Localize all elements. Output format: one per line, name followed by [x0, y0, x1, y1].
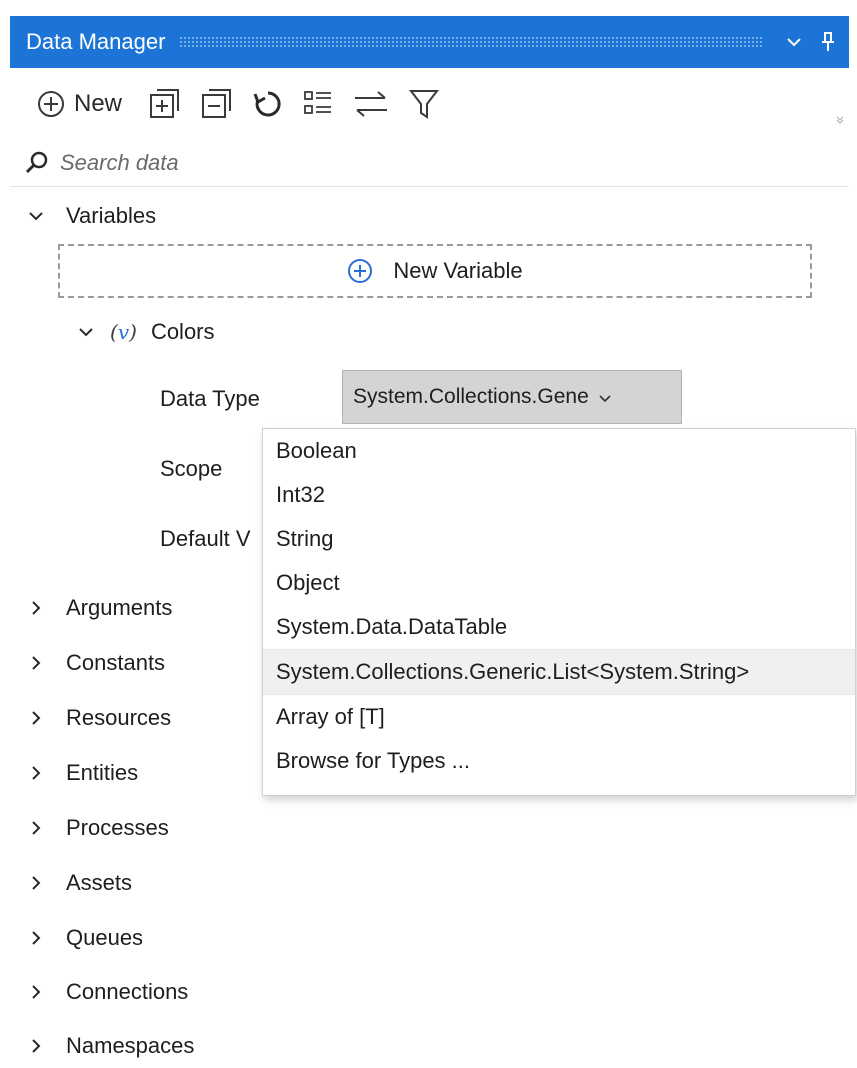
chevron-right-icon[interactable]: [26, 873, 46, 893]
section-label: Connections: [66, 979, 189, 1004]
plus-circle-icon: [348, 259, 373, 283]
list-view-button[interactable]: [302, 82, 334, 126]
data-type-dropdown-list: Boolean Int32 String Object System.Data.…: [262, 428, 856, 796]
chevron-right-icon[interactable]: [26, 598, 46, 618]
variable-name: Colors: [150, 319, 215, 344]
type-option-object[interactable]: Object: [263, 561, 855, 605]
variable-icon: (v): [110, 320, 137, 344]
expand-all-icon: [150, 89, 180, 118]
type-option-datatable[interactable]: System.Data.DataTable: [263, 605, 855, 649]
chevron-right-icon[interactable]: [26, 928, 46, 948]
variables-label: Variables: [66, 203, 157, 228]
section-label: Namespaces: [66, 1033, 195, 1058]
plus-circle-icon: [38, 91, 64, 117]
section-label: Constants: [66, 650, 166, 675]
search-icon: [25, 151, 48, 174]
toolbar: New: [10, 68, 849, 140]
section-label: Resources: [66, 705, 172, 730]
tree-node-variables[interactable]: Variables: [26, 194, 156, 238]
section-label: Queues: [66, 925, 144, 950]
filter-button[interactable]: [408, 82, 440, 126]
drag-grip[interactable]: [179, 36, 763, 48]
collapse-all-icon: [202, 89, 232, 118]
chevron-right-icon[interactable]: [26, 653, 46, 673]
tree-node-arguments[interactable]: Arguments: [26, 586, 172, 630]
search-input[interactable]: [58, 149, 662, 177]
tree-node-connections[interactable]: Connections: [26, 970, 188, 1014]
pin-icon[interactable]: [815, 29, 841, 55]
data-type-label: Data Type: [160, 386, 260, 411]
data-type-select[interactable]: System.Collections.Gene: [342, 370, 682, 424]
section-label: Processes: [66, 815, 169, 840]
refresh-button[interactable]: [252, 82, 284, 126]
type-option-browse[interactable]: Browse for Types ...: [263, 739, 855, 783]
collapse-all-button[interactable]: [200, 82, 234, 126]
type-option-array[interactable]: Array of [T]: [263, 695, 855, 739]
list-view-icon: [304, 91, 332, 114]
toolbar-overflow-icon[interactable]: [835, 112, 845, 130]
default-value-label: Default V: [160, 526, 251, 551]
chevron-down-icon[interactable]: [26, 206, 46, 226]
chevron-right-icon[interactable]: [26, 763, 46, 783]
scope-label: Scope: [160, 456, 223, 481]
tree-node-constants[interactable]: Constants: [26, 641, 165, 685]
chevron-right-icon[interactable]: [26, 708, 46, 728]
chevron-down-icon[interactable]: [76, 322, 96, 342]
refresh-icon: [253, 91, 281, 117]
swap-icon: [355, 91, 388, 117]
expand-all-button[interactable]: [148, 82, 182, 126]
tree-node-assets[interactable]: Assets: [26, 861, 132, 905]
tree-node-queues[interactable]: Queues: [26, 916, 143, 960]
tree-node-entities[interactable]: Entities: [26, 751, 138, 795]
search-bar: [10, 140, 849, 187]
section-label: Entities: [66, 760, 139, 785]
type-option-int32[interactable]: Int32: [263, 473, 855, 517]
chevron-down-icon[interactable]: [781, 29, 807, 55]
data-manager-panel: Data Manager New Search data Variables N…: [0, 0, 857, 1068]
panel-title: Data Manager: [26, 29, 166, 54]
swap-button[interactable]: [352, 82, 390, 126]
tree-node-processes[interactable]: Processes: [26, 806, 169, 850]
chevron-down-icon: [599, 385, 611, 409]
tree-node-namespaces[interactable]: Namespaces: [26, 1024, 194, 1068]
tree-node-resources[interactable]: Resources: [26, 696, 171, 740]
tree-node-variable-colors[interactable]: (v) Colors: [76, 310, 215, 354]
section-label: Assets: [66, 870, 133, 895]
type-option-generic-list[interactable]: System.Collections.Generic.List<System.S…: [263, 649, 855, 695]
type-option-string[interactable]: String: [263, 517, 855, 561]
new-variable-label: New Variable: [393, 258, 523, 283]
new-variable-button[interactable]: New Variable: [58, 244, 812, 298]
chevron-right-icon[interactable]: [26, 818, 46, 838]
chevron-right-icon[interactable]: [26, 1036, 46, 1056]
type-option-boolean[interactable]: Boolean: [263, 429, 855, 473]
filter-icon: [408, 90, 440, 119]
variable-icon-glyph: v: [117, 320, 130, 344]
new-button-label: New: [74, 90, 123, 117]
data-type-value: System.Collections.Gene: [353, 385, 589, 408]
panel-title-bar: Data Manager: [10, 16, 849, 68]
chevron-right-icon[interactable]: [26, 982, 46, 1002]
section-label: Arguments: [66, 595, 173, 620]
new-button[interactable]: New: [36, 82, 122, 126]
